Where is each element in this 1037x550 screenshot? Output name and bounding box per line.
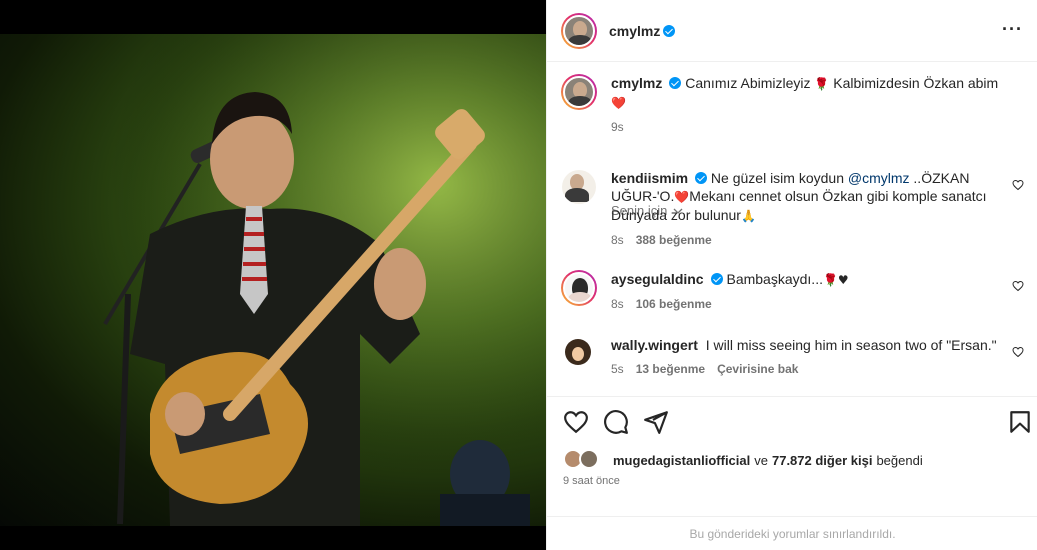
comment-time[interactable]: 5s <box>611 360 624 378</box>
verified-icon <box>663 24 676 37</box>
heart-icon[interactable] <box>563 409 589 435</box>
liker-avatar <box>579 449 599 469</box>
comment-username[interactable]: aysegulaldinc <box>611 271 704 287</box>
caption-text: Canımız Abimizleyiz <box>685 75 811 91</box>
comments-restricted-note: Bu gönderideki yorumlar sınırlandırıldı. <box>547 516 1037 550</box>
heart-emoji: ❤️ <box>611 96 626 110</box>
first-liker[interactable]: mugedagistanliofficial <box>613 453 750 468</box>
comment-avatar[interactable] <box>561 169 597 205</box>
post-photo <box>0 34 546 526</box>
verified-icon <box>669 77 682 89</box>
comment-likes[interactable]: 388 beğenme <box>636 231 712 249</box>
verified-icon <box>710 273 723 285</box>
comment-item: wally.wingert I will miss seeing him in … <box>561 336 1024 378</box>
author-avatar[interactable] <box>561 12 597 49</box>
comment-username[interactable]: kendiismim <box>611 170 688 186</box>
comment-avatar[interactable] <box>561 336 597 372</box>
post-media[interactable] <box>0 0 546 550</box>
rose-emoji: 🌹 <box>814 77 830 91</box>
comments-list: cmylmz Canımız Abimizleyiz 🌹 Kalbimizdes… <box>547 62 1037 396</box>
translate-link[interactable]: Çevirisine bak <box>717 360 798 378</box>
post-side-panel: cmylmz ··· cmylmz Canımız Abimizleyiz 🌹 … <box>546 0 1037 550</box>
heart-icon[interactable] <box>1012 179 1024 191</box>
comment-text: I will miss seeing him in season two of … <box>705 337 997 353</box>
likes-summary[interactable]: mugedagistanliofficial ve 77.872 diğer k… <box>563 449 923 471</box>
verified-icon <box>695 172 708 184</box>
comment-username[interactable]: wally.wingert <box>611 337 698 353</box>
comment-item: kendiismim Ne güzel isim koydun @cmylmz … <box>561 169 1024 249</box>
comment-icon[interactable] <box>603 409 629 435</box>
comment-text: Ne güzel isim koydun <box>710 170 844 186</box>
more-icon[interactable]: ··· <box>1002 20 1023 38</box>
caption: cmylmz Canımız Abimizleyiz 🌹 Kalbimizdes… <box>561 74 1024 136</box>
heart-emoji: ❤️ <box>674 190 690 204</box>
post-actions: mugedagistanliofficial ve 77.872 diğer k… <box>547 396 1037 516</box>
mention-link[interactable]: @cmylmz <box>848 170 910 186</box>
likes-connector: ve <box>754 452 768 468</box>
caption-time[interactable]: 9s <box>611 118 624 136</box>
likes-suffix: beğendi <box>876 452 923 468</box>
comment-likes[interactable]: 13 beğenme <box>636 360 705 378</box>
author-username[interactable]: cmylmz <box>609 23 660 39</box>
comment-item: aysegulaldinc Bambaşkaydı...🌹♥ 8s 106 be… <box>561 270 1024 313</box>
share-icon[interactable] <box>643 409 669 435</box>
rose-heart-emoji: 🌹♥ <box>822 273 849 287</box>
comment-avatar[interactable] <box>561 270 597 306</box>
caption-text-2: Kalbimizdesin Özkan abim <box>833 75 999 91</box>
likes-others[interactable]: 77.872 diğer kişi <box>772 453 872 468</box>
post-timestamp[interactable]: 9 saat önce <box>563 475 620 487</box>
heart-icon[interactable] <box>1012 280 1024 292</box>
comment-time[interactable]: 8s <box>611 231 624 249</box>
pray-emoji: 🙏 <box>740 209 756 223</box>
liker-avatars <box>563 449 607 471</box>
caption-avatar[interactable] <box>561 74 597 110</box>
post-header: cmylmz ··· <box>547 0 1037 62</box>
heart-icon[interactable] <box>1012 346 1024 358</box>
comment-text: Bambaşkaydı... <box>726 271 823 287</box>
comment-time[interactable]: 8s <box>611 295 624 313</box>
bookmark-icon[interactable] <box>1007 409 1033 435</box>
concert-guitarist-illustration <box>0 34 546 526</box>
comment-likes[interactable]: 106 beğenme <box>636 295 712 313</box>
caption-username[interactable]: cmylmz <box>611 75 662 91</box>
